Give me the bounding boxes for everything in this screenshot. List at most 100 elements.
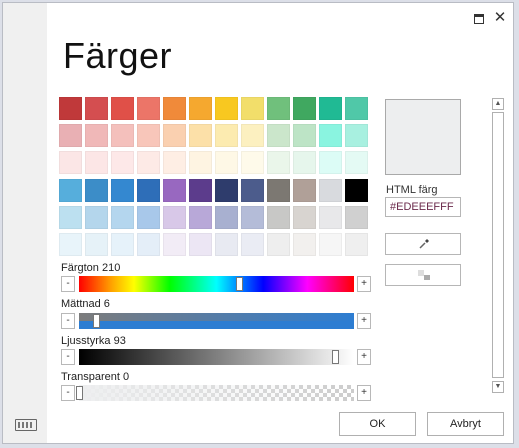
saturation-track[interactable] (79, 313, 354, 329)
transparency-decrease-button[interactable]: - (61, 385, 75, 401)
keyboard-icon[interactable] (15, 419, 37, 431)
color-swatch[interactable] (215, 206, 238, 229)
color-swatch[interactable] (293, 151, 316, 174)
color-swatch[interactable] (241, 97, 264, 120)
color-swatch[interactable] (345, 124, 368, 147)
color-swatch[interactable] (345, 233, 368, 256)
color-swatch[interactable] (267, 206, 290, 229)
lightness-thumb[interactable] (331, 350, 339, 364)
lightness-track[interactable] (79, 349, 354, 365)
color-swatch[interactable] (345, 179, 368, 202)
hue-decrease-button[interactable]: - (61, 276, 75, 292)
color-swatch[interactable] (59, 151, 82, 174)
color-swatch[interactable] (267, 179, 290, 202)
color-swatch[interactable] (163, 151, 186, 174)
color-swatch[interactable] (137, 124, 160, 147)
color-swatch[interactable] (59, 206, 82, 229)
color-swatch[interactable] (241, 206, 264, 229)
color-swatch[interactable] (59, 124, 82, 147)
lightness-increase-button[interactable]: + (357, 349, 371, 365)
close-icon[interactable]: ✕ (492, 10, 508, 25)
color-swatch[interactable] (163, 206, 186, 229)
color-swatch[interactable] (215, 233, 238, 256)
transparency-increase-button[interactable]: + (357, 385, 371, 401)
color-swatch[interactable] (137, 151, 160, 174)
transparency-track[interactable] (79, 385, 354, 401)
color-swatch[interactable] (319, 151, 342, 174)
color-swatch[interactable] (293, 124, 316, 147)
maximize-icon[interactable] (471, 11, 487, 25)
color-swatch[interactable] (85, 97, 108, 120)
color-swatch[interactable] (319, 97, 342, 120)
color-swatch[interactable] (111, 124, 134, 147)
color-swatch[interactable] (215, 151, 238, 174)
no-color-button[interactable] (385, 264, 461, 286)
color-swatch[interactable] (189, 206, 212, 229)
color-swatch[interactable] (85, 206, 108, 229)
color-swatch[interactable] (137, 179, 160, 202)
color-swatch[interactable] (137, 97, 160, 120)
color-swatch[interactable] (189, 179, 212, 202)
color-swatch[interactable] (241, 179, 264, 202)
color-swatch[interactable] (59, 97, 82, 120)
color-swatch[interactable] (111, 97, 134, 120)
vertical-scrollbar[interactable]: ▲ ▼ (492, 98, 504, 393)
color-swatch[interactable] (85, 179, 108, 202)
color-swatch[interactable] (59, 233, 82, 256)
color-swatch[interactable] (85, 233, 108, 256)
color-swatch[interactable] (345, 97, 368, 120)
color-swatch[interactable] (189, 233, 212, 256)
color-swatch[interactable] (215, 124, 238, 147)
eyedropper-button[interactable] (385, 233, 461, 255)
scroll-up-arrow[interactable]: ▲ (492, 98, 504, 110)
color-swatch[interactable] (111, 179, 134, 202)
color-swatch[interactable] (163, 233, 186, 256)
color-swatch[interactable] (319, 179, 342, 202)
color-swatch[interactable] (163, 97, 186, 120)
ok-button[interactable]: OK (339, 412, 416, 436)
color-swatch[interactable] (319, 206, 342, 229)
color-swatch[interactable] (189, 151, 212, 174)
color-swatch[interactable] (85, 151, 108, 174)
color-swatch[interactable] (319, 124, 342, 147)
color-swatch[interactable] (85, 124, 108, 147)
lightness-decrease-button[interactable]: - (61, 349, 75, 365)
color-swatch[interactable] (215, 179, 238, 202)
color-swatch[interactable] (267, 124, 290, 147)
saturation-increase-button[interactable]: + (357, 313, 371, 329)
transparency-thumb[interactable] (76, 386, 83, 400)
color-swatch[interactable] (137, 233, 160, 256)
color-swatch[interactable] (267, 97, 290, 120)
color-swatch[interactable] (189, 97, 212, 120)
color-swatch[interactable] (163, 179, 186, 202)
color-swatch[interactable] (111, 233, 134, 256)
color-swatch[interactable] (59, 179, 82, 202)
color-swatch[interactable] (319, 233, 342, 256)
color-swatch[interactable] (241, 124, 264, 147)
color-swatch[interactable] (267, 233, 290, 256)
color-swatch[interactable] (293, 179, 316, 202)
color-swatch[interactable] (293, 233, 316, 256)
color-swatch[interactable] (111, 206, 134, 229)
color-swatch[interactable] (345, 151, 368, 174)
hue-track[interactable] (79, 276, 354, 292)
hue-thumb[interactable] (235, 277, 243, 291)
saturation-decrease-button[interactable]: - (61, 313, 75, 329)
cancel-button[interactable]: Avbryt (427, 412, 504, 436)
color-swatch[interactable] (189, 124, 212, 147)
scroll-down-arrow[interactable]: ▼ (492, 381, 504, 393)
color-swatch[interactable] (241, 151, 264, 174)
color-swatch[interactable] (293, 97, 316, 120)
color-swatch[interactable] (345, 206, 368, 229)
saturation-thumb[interactable] (92, 314, 100, 328)
html-color-input[interactable] (385, 197, 461, 217)
color-swatch[interactable] (163, 124, 186, 147)
hue-increase-button[interactable]: + (357, 276, 371, 292)
color-swatch[interactable] (241, 233, 264, 256)
color-swatch[interactable] (293, 206, 316, 229)
color-swatch[interactable] (111, 151, 134, 174)
color-swatch[interactable] (267, 151, 290, 174)
color-swatch[interactable] (137, 206, 160, 229)
scroll-track[interactable] (492, 112, 504, 378)
color-swatch[interactable] (215, 97, 238, 120)
